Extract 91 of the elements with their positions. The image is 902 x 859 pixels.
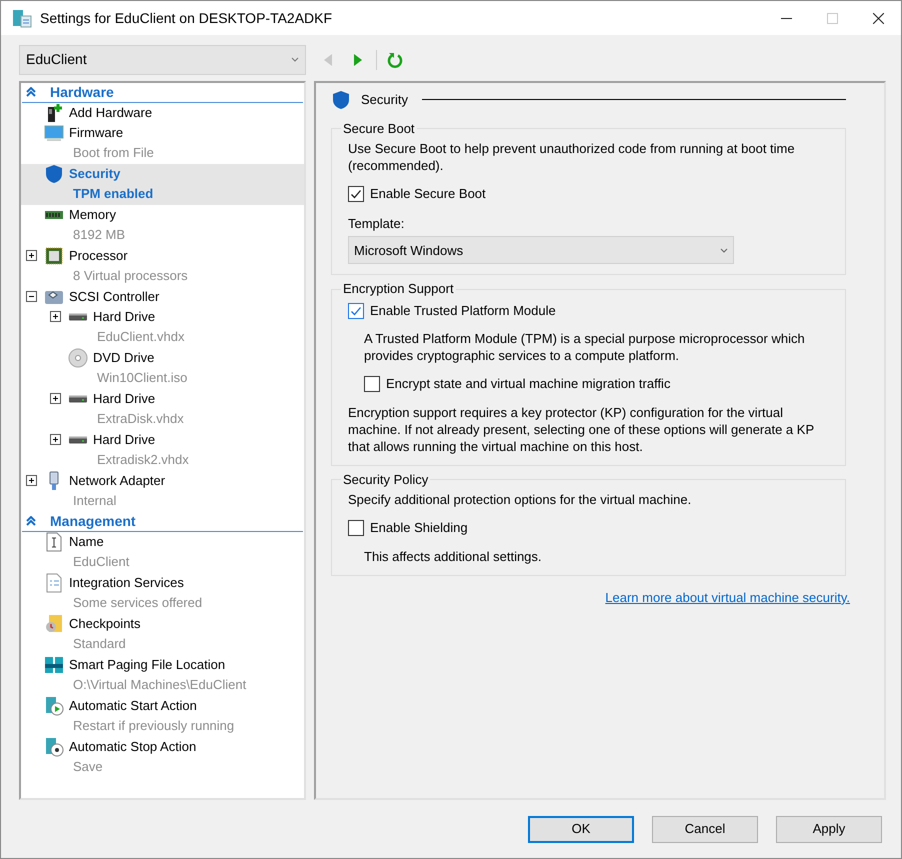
group-title: Encryption Support xyxy=(342,280,455,298)
stop-document-icon xyxy=(44,736,64,757)
tree-item-label: DVD Drive xyxy=(93,349,154,368)
server-icon xyxy=(44,654,64,675)
expand-icon[interactable] xyxy=(26,250,37,262)
tree-item-label: Processor xyxy=(69,247,128,266)
expand-icon[interactable] xyxy=(26,475,37,486)
tree-item-label: Name xyxy=(69,533,104,552)
tree-item-detail: Win10Client.iso xyxy=(97,368,188,387)
tree-item-detail: EduClient xyxy=(73,552,130,571)
tree-item-label: Add Hardware xyxy=(69,104,152,122)
description-text: Encryption support requires a key protector (KP) configuration for the virtual machine. If not already present, selecting one of these options will generate a KP that allows running the virtual machine on this host. xyxy=(347,404,815,455)
chevrons-up-icon xyxy=(26,516,36,526)
field-label: Template: xyxy=(348,214,406,233)
tree-item-detail: Boot from File xyxy=(73,144,154,162)
description-text: This affects additional settings. xyxy=(363,548,543,565)
tree-item-label: Automatic Start Action xyxy=(69,697,197,716)
text-document-icon xyxy=(44,532,64,552)
tree-item-detail: TPM enabled xyxy=(73,184,154,203)
monitor-icon xyxy=(44,122,64,143)
template-dropdown[interactable]: Microsoft Windows xyxy=(348,236,734,264)
window-title: Settings for EduClient on DESKTOP-TA2ADKF xyxy=(40,8,332,28)
tree-item-label: Smart Paging File Location xyxy=(69,656,226,674)
tree-item-detail: 8192 MB xyxy=(73,226,126,244)
checkbox-box[interactable] xyxy=(348,302,364,319)
tree-item-detail: Save xyxy=(73,758,103,776)
chevron-down-icon xyxy=(720,248,728,253)
vm-dropdown[interactable]: EduClient xyxy=(19,45,306,75)
checklist-icon xyxy=(44,572,64,593)
group-title: Secure Boot xyxy=(342,120,416,138)
checkbox-box[interactable] xyxy=(348,520,364,536)
section-title: Hardware xyxy=(50,82,114,102)
expand-icon[interactable] xyxy=(50,434,61,446)
tree-item-detail: ExtraDisk.vhdx xyxy=(97,410,184,428)
shield-icon xyxy=(44,164,64,184)
tree-item-label: Hard Drive xyxy=(93,308,156,326)
tree-item-label: Automatic Stop Action xyxy=(69,738,196,756)
tree-item-detail: EduClient.vhdx xyxy=(97,328,184,346)
hard-drive-icon xyxy=(68,436,88,444)
checkbox-box[interactable] xyxy=(348,186,364,202)
dialog-button[interactable]: Apply xyxy=(776,816,882,842)
tree-item-detail: Internal xyxy=(73,492,116,510)
panel-title: Security xyxy=(361,91,408,110)
chevrons-up-icon xyxy=(26,87,36,98)
tree-item-label: Network Adapter xyxy=(69,472,166,490)
tree-item-detail: Some services offered xyxy=(73,594,202,612)
checkbox[interactable]: Enable Shielding xyxy=(348,518,833,538)
checkbox[interactable]: Encrypt state and virtual machine migration traffic xyxy=(364,374,833,394)
learn-more-link[interactable]: Learn more about virtual machine security. xyxy=(605,588,850,608)
folder-clock-icon xyxy=(44,614,64,634)
tree-item-label: SCSI Controller xyxy=(69,288,160,306)
expand-icon[interactable] xyxy=(50,311,61,322)
expand-icon[interactable] xyxy=(50,393,61,404)
section-title: Management xyxy=(50,512,136,531)
shield-icon xyxy=(331,90,351,110)
tree-item-label: Hard Drive xyxy=(93,431,156,450)
tree-item-label: Firmware xyxy=(69,124,124,142)
tree-item-detail: 8 Virtual processors xyxy=(73,266,188,285)
tree-item-detail: Standard xyxy=(73,634,126,653)
tree-item-label: Security xyxy=(69,165,120,184)
tree-item-detail: O:\Virtual Machines\EduClient xyxy=(73,676,246,694)
dialog-button[interactable]: Cancel xyxy=(652,816,758,842)
disc-icon xyxy=(68,348,88,368)
refresh-button[interactable] xyxy=(387,50,403,69)
tree-item-label: Integration Services xyxy=(69,574,184,592)
description-text: Use Secure Boot to help prevent unauthorized code from running at boot time (recommended). xyxy=(347,140,796,174)
checkmark-icon xyxy=(350,304,362,317)
tree-item-label: Hard Drive xyxy=(93,390,156,408)
tree-item[interactable]: Security TPM enabled xyxy=(21,164,304,205)
maximize-icon xyxy=(826,12,838,24)
hard-drive-icon xyxy=(68,312,88,321)
tree-item-detail: Extradisk2.vhdx xyxy=(97,450,189,469)
cpu-icon xyxy=(44,246,64,266)
tree-item-label: Memory xyxy=(69,206,116,224)
checkbox-box[interactable] xyxy=(364,376,380,392)
description-text: A Trusted Platform Module (TPM) is a special purpose microprocessor which provides cryptographic services to a compute platform. xyxy=(363,330,806,364)
dialog-button[interactable]: OK xyxy=(528,816,634,842)
settings-app-icon xyxy=(12,8,32,28)
checkbox[interactable]: Enable Secure Boot xyxy=(348,184,833,204)
refresh-icon xyxy=(387,52,403,68)
group-title: Security Policy xyxy=(342,470,430,489)
hard-drive-icon xyxy=(68,394,88,403)
checkmark-icon xyxy=(350,188,362,200)
tree-item-label: Checkpoints xyxy=(69,615,141,634)
close-icon xyxy=(872,12,884,24)
tree-item-detail: Restart if previously running xyxy=(73,716,234,735)
checkbox[interactable]: Enable Trusted Platform Module xyxy=(348,300,833,320)
description-text: Specify additional protection options for the virtual machine. xyxy=(347,491,692,508)
chevron-down-icon xyxy=(291,57,299,62)
collapse-icon[interactable] xyxy=(26,291,37,302)
play-document-icon xyxy=(44,696,64,716)
